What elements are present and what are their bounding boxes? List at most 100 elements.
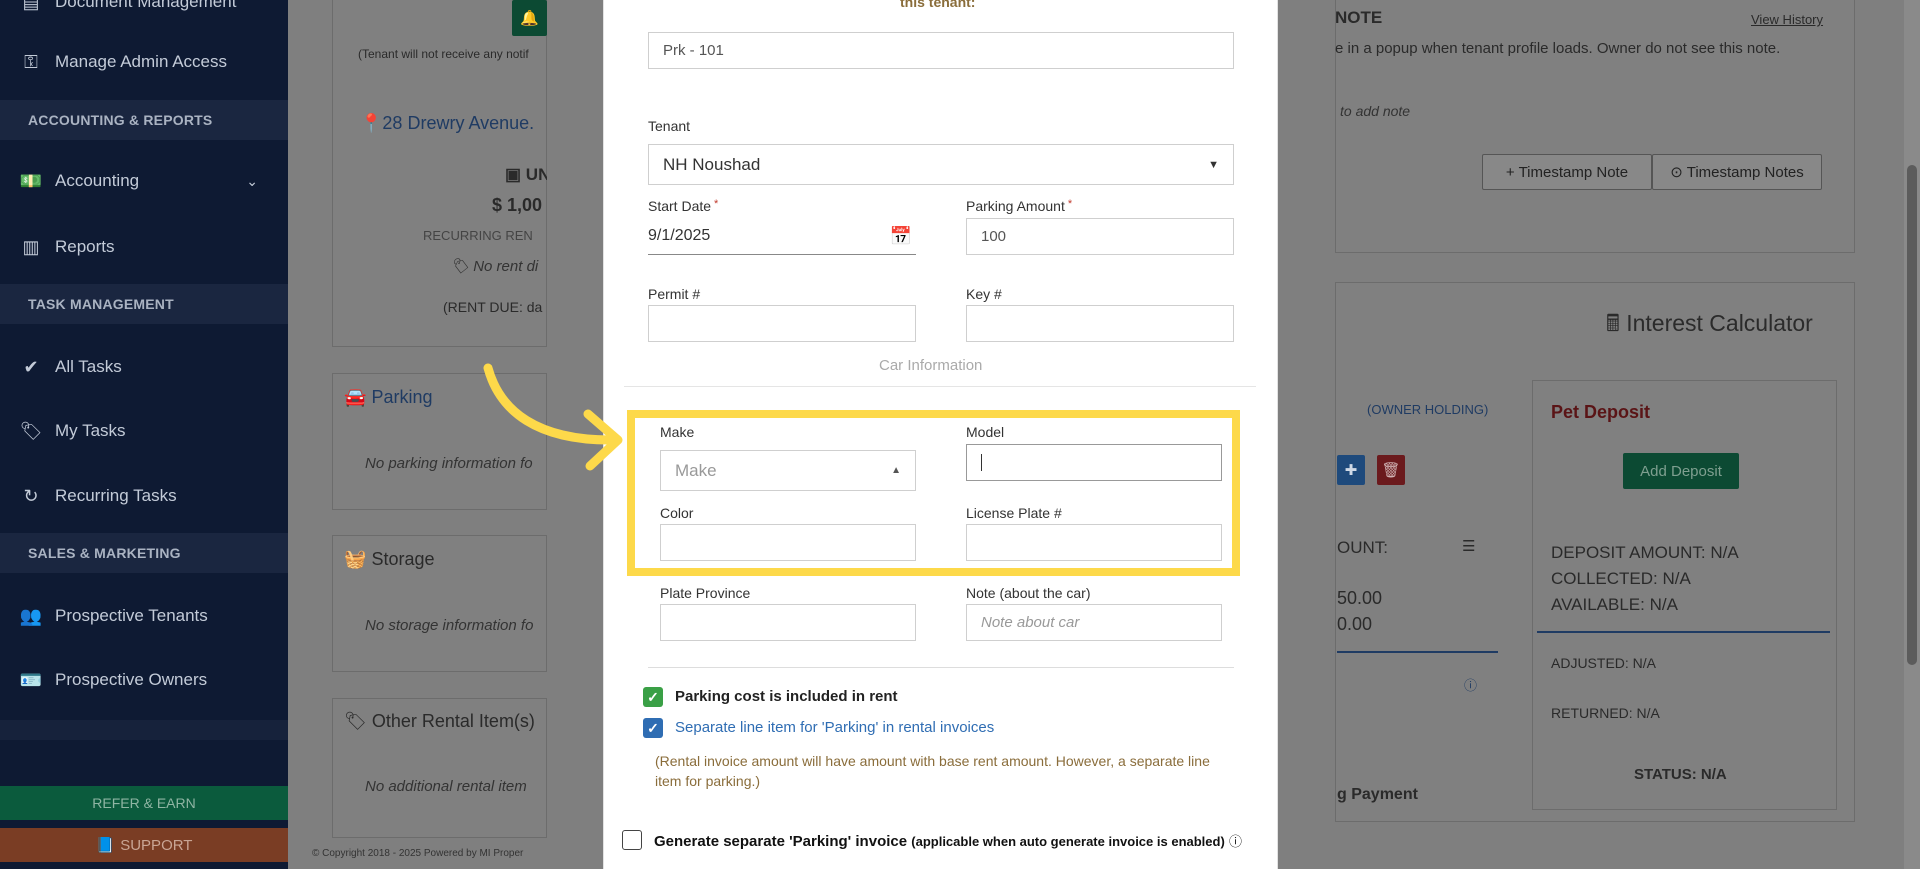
- sidebar-item-label: Document Management: [55, 0, 237, 11]
- separate-line-item-label: Separate line item for 'Parking' in rent…: [675, 719, 995, 736]
- note-panel: [1335, 0, 1855, 253]
- recurring-rent-label: RECURRING REN: [423, 228, 533, 243]
- make-select[interactable]: Make ▲: [660, 450, 916, 491]
- map-marker-icon: 📍: [360, 113, 383, 133]
- calendar-icon[interactable]: 📅: [890, 226, 912, 247]
- license-plate-input[interactable]: [966, 524, 1222, 561]
- available-value: N/A: [1649, 595, 1678, 614]
- make-select-placeholder: Make: [675, 460, 717, 480]
- refer-earn-button[interactable]: REFER & EARN: [0, 786, 288, 820]
- add-icon[interactable]: ✚: [1337, 455, 1365, 485]
- info-icon[interactable]: ⓘ: [1464, 675, 1477, 694]
- cube-icon: ▣: [505, 165, 522, 184]
- bar-chart-icon: ▥: [22, 236, 40, 257]
- no-rent-line: 🏷 No rent di: [450, 257, 538, 275]
- color-input[interactable]: [660, 524, 916, 561]
- view-history-link[interactable]: View History: [1751, 12, 1823, 27]
- tenant-note-text: (Tenant will not receive any notif: [358, 47, 529, 61]
- model-input[interactable]: [966, 444, 1222, 481]
- parking-amount-input[interactable]: 100: [966, 218, 1234, 255]
- sidebar: ▤ Document Management ⚿ Manage Admin Acc…: [0, 0, 288, 869]
- arrow-annotation: [483, 363, 623, 471]
- sidebar-divider: [0, 720, 288, 740]
- sidebar-item-my-tasks[interactable]: 🏷 My Tasks: [0, 411, 288, 451]
- rental-invoice-explanation: (Rental invoice amount will have amount …: [655, 753, 1210, 789]
- permit-input[interactable]: [648, 305, 916, 342]
- sidebar-item-prospective-owners[interactable]: 🪪 Prospective Owners: [0, 660, 288, 700]
- deposit-amount-key: DEPOSIT AMOUNT:: [1551, 543, 1706, 562]
- sidebar-item-label: Prospective Owners: [55, 670, 208, 689]
- tenant-label: Tenant: [648, 118, 691, 134]
- modal-top-text: this tenant:: [900, 0, 976, 10]
- car-note-input[interactable]: Note about car: [966, 604, 1222, 641]
- calculator-icon: 🖩: [1606, 310, 1620, 336]
- sidebar-item-recurring-tasks[interactable]: ↻ Recurring Tasks: [0, 476, 288, 516]
- deposit-amount-row: DEPOSIT AMOUNT: N/A: [1551, 543, 1739, 563]
- included-in-rent-checkbox[interactable]: ✓: [643, 687, 663, 707]
- document-icon: ▤: [22, 0, 40, 12]
- sidebar-item-label: Accounting: [55, 171, 140, 190]
- timestamp-notes-button[interactable]: ⊙ Timestamp Notes: [1652, 154, 1822, 190]
- text-cursor: [981, 454, 982, 471]
- trash-icon[interactable]: 🗑: [1377, 455, 1405, 485]
- sidebar-item-reports[interactable]: ▥ Reports: [0, 227, 288, 267]
- payment-link[interactable]: g Payment: [1337, 786, 1418, 804]
- users-icon: 👥: [19, 605, 43, 626]
- interest-calculator-link[interactable]: 🖩 Interest Calculator: [1606, 307, 1813, 346]
- generate-invoice-checkbox[interactable]: [622, 830, 642, 850]
- plate-province-input[interactable]: [660, 604, 916, 641]
- start-date-input[interactable]: 9/1/2025 📅: [648, 218, 916, 255]
- timestamp-note-button[interactable]: + Timestamp Note: [1482, 154, 1652, 190]
- basket-icon: 🧺: [344, 549, 367, 569]
- parking-spot-field[interactable]: Prk - 101: [648, 32, 1234, 69]
- sidebar-item-manage-admin[interactable]: ⚿ Manage Admin Access: [0, 42, 288, 82]
- sidebar-item-accounting[interactable]: 💵 Accounting ⌄: [0, 161, 288, 201]
- section-sales-marketing: SALES & MARKETING: [0, 533, 288, 573]
- sidebar-item-document-management[interactable]: ▤ Document Management: [0, 0, 288, 22]
- sidebar-item-label: Prospective Tenants: [55, 606, 208, 625]
- required-marker: *: [1067, 198, 1073, 210]
- notify-button[interactable]: 🔔: [512, 0, 547, 36]
- add-note-prompt[interactable]: to add note: [1340, 103, 1410, 119]
- required-marker: *: [714, 198, 719, 210]
- generate-invoice-note: (applicable when auto generate invoice i…: [911, 834, 1225, 849]
- no-rent-text: No rent di: [473, 258, 539, 275]
- parking-amount-label: Parking Amount *: [966, 198, 1072, 214]
- key-input[interactable]: [966, 305, 1234, 342]
- sidebar-item-label: Manage Admin Access: [55, 52, 227, 71]
- add-deposit-button[interactable]: Add Deposit: [1623, 453, 1739, 489]
- caret-down-icon: ▼: [1208, 158, 1219, 171]
- car-information-heading: Car Information: [879, 357, 983, 374]
- tag-icon: 🏷: [450, 258, 470, 275]
- storage-title: 🧺 Storage: [344, 549, 434, 570]
- start-date-label-text: Start Date: [648, 198, 712, 214]
- id-card-icon: 🪪: [19, 669, 43, 690]
- deposit-amount-value: N/A: [1710, 543, 1739, 562]
- note-title: NOTE: [1335, 8, 1383, 27]
- other-items-empty-text: No additional rental item: [365, 778, 527, 795]
- caret-up-icon: ▲: [891, 465, 901, 476]
- sidebar-item-prospective-tenants[interactable]: 👥 Prospective Tenants: [0, 596, 288, 636]
- storage-title-text: Storage: [371, 549, 435, 569]
- model-label: Model: [966, 424, 1005, 440]
- tenant-select[interactable]: NH Noushad ▼: [648, 144, 1234, 185]
- other-items-title-text: Other Rental Item(s): [371, 711, 535, 731]
- make-label: Make: [660, 424, 695, 440]
- info-circle-icon: ⓘ: [1228, 834, 1242, 849]
- page-scrollbar-thumb[interactable]: [1907, 165, 1917, 665]
- support-button[interactable]: 📘 SUPPORT: [0, 828, 288, 862]
- returned-text: RETURNED: N/A: [1551, 705, 1660, 721]
- storage-empty-text: No storage information fo: [365, 617, 534, 634]
- list-icon[interactable]: ☰: [1462, 537, 1475, 555]
- parking-amount-label-text: Parking Amount: [966, 198, 1065, 214]
- plate-province-label: Plate Province: [660, 585, 751, 601]
- generate-invoice-text: Generate separate 'Parking' invoice: [654, 833, 908, 850]
- separate-line-item-checkbox[interactable]: ✓: [643, 718, 663, 738]
- book-icon: 📘: [95, 837, 115, 854]
- sidebar-item-all-tasks[interactable]: ✔ All Tasks: [0, 347, 288, 387]
- start-date-label: Start Date *: [648, 198, 718, 214]
- deposit-divider: [1337, 651, 1498, 653]
- other-items-title: 🏷 Other Rental Item(s): [344, 711, 535, 732]
- check-icon: ✔: [23, 356, 39, 377]
- unit-line: ▣ UN: [505, 165, 550, 185]
